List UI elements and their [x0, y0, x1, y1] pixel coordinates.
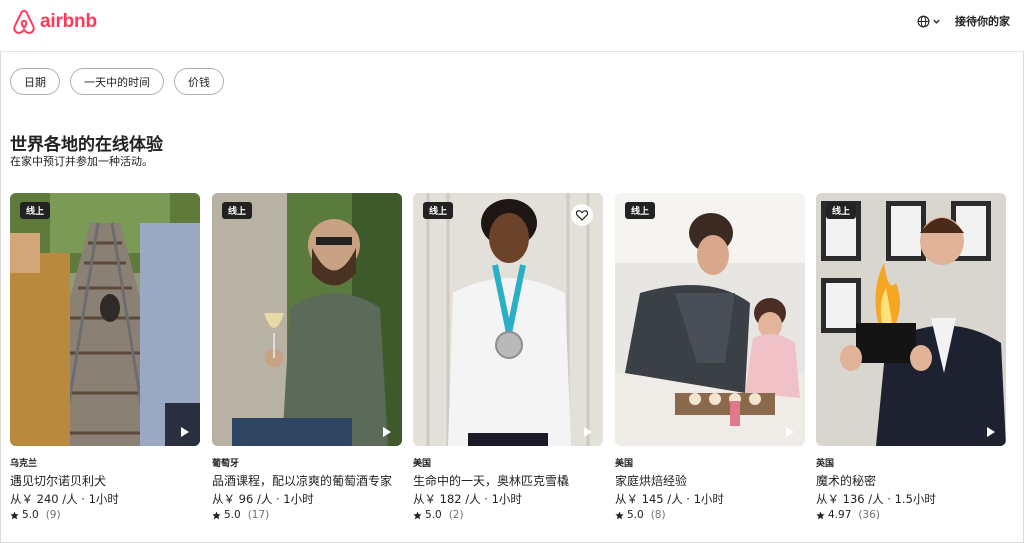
filter-time-of-day-button[interactable]: 一天中的时间 [70, 68, 164, 95]
star-icon [413, 510, 422, 519]
experience-card[interactable]: 线上 美国 生命中的一天，奥林匹克雪橇 从￥ 182 /人 · 1小时 5.0 … [413, 193, 603, 521]
experience-name[interactable]: 品酒课程，配以凉爽的葡萄酒专家 [212, 472, 392, 489]
experience-name[interactable]: 家庭烘焙经验 [615, 472, 687, 489]
star-icon [212, 510, 221, 519]
experience-rating: 5.0 (17) [212, 509, 269, 521]
rating-score: 5.0 [22, 509, 39, 521]
experience-country: 美国 [615, 459, 634, 469]
language-selector[interactable] [917, 15, 941, 28]
star-icon [10, 510, 19, 519]
experience-photo[interactable]: 线上 [816, 193, 1006, 446]
experience-card[interactable]: 线上 美国 家庭烘焙经验 从￥ 145 /人 · 1小时 5.0 (8) [615, 193, 805, 521]
experience-name[interactable]: 遇见切尔诺贝利犬 [10, 472, 106, 489]
review-count: (8) [650, 509, 666, 521]
experience-photo[interactable]: 线上 [212, 193, 402, 446]
rating-score: 5.0 [425, 509, 442, 521]
online-badge: 线上 [826, 202, 857, 219]
experience-rating: 5.0 (9) [10, 509, 61, 521]
experience-price: 从￥ 182 /人 · 1小时 [413, 492, 522, 506]
experience-name[interactable]: 生命中的一天，奥林匹克雪橇 [413, 472, 569, 489]
experience-photo[interactable]: 线上 [10, 193, 200, 446]
experience-country: 美国 [413, 459, 432, 469]
experience-price: 从￥ 240 /人 · 1小时 [10, 492, 119, 506]
photo-wine-expert [212, 193, 402, 446]
star-icon [816, 510, 825, 519]
experience-card[interactable]: 线上 英国 魔术的秘密 从￥ 136 /人 · 1.5小时 4.97 (36) [816, 193, 1006, 521]
online-badge: 线上 [625, 202, 656, 219]
experience-rating: 5.0 (2) [413, 509, 464, 521]
experience-country: 葡萄牙 [212, 459, 240, 469]
experience-name[interactable]: 魔术的秘密 [816, 472, 876, 489]
rating-score: 5.0 [627, 509, 644, 521]
photo-home-baking [615, 193, 805, 446]
top-header: airbnb 接待你的家 [0, 0, 1024, 52]
section-title: 世界各地的在线体验 [10, 135, 163, 155]
photo-olympic-athlete [413, 193, 603, 446]
filter-price-button[interactable]: 价钱 [174, 68, 224, 95]
play-icon[interactable] [583, 426, 593, 438]
rating-score: 4.97 [828, 509, 852, 521]
brand-wordmark: airbnb [40, 11, 97, 32]
airbnb-logo-icon [13, 9, 35, 34]
experience-rating: 5.0 (8) [615, 509, 666, 521]
experience-list: 线上 乌克兰 遇见切尔诺贝利犬 从￥ 240 /人 · 1小时 5.0 (9) [10, 193, 1010, 533]
experience-rating: 4.97 (36) [816, 509, 880, 521]
experience-country: 乌克兰 [10, 459, 38, 469]
experience-photo[interactable]: 线上 [615, 193, 805, 446]
filter-bar: 日期 一天中的时间 价钱 [10, 68, 224, 95]
become-host-link[interactable]: 接待你的家 [955, 13, 1010, 29]
play-icon[interactable] [986, 426, 996, 438]
rating-score: 5.0 [224, 509, 241, 521]
save-favorite-button[interactable] [571, 204, 593, 226]
review-count: (2) [448, 509, 464, 521]
experience-card[interactable]: 线上 乌克兰 遇见切尔诺贝利犬 从￥ 240 /人 · 1小时 5.0 (9) [10, 193, 200, 521]
play-icon[interactable] [382, 426, 392, 438]
review-count: (17) [247, 509, 270, 521]
play-icon[interactable] [785, 426, 795, 438]
section-subtitle: 在家中预订并参加一种活动。 [10, 155, 153, 168]
photo-railway-dog [10, 193, 200, 446]
chevron-down-icon [933, 19, 940, 24]
experience-card[interactable]: 线上 葡萄牙 品酒课程，配以凉爽的葡萄酒专家 从￥ 96 /人 · 1小时 5.… [212, 193, 402, 521]
heart-icon [576, 209, 588, 221]
experience-country: 英国 [816, 459, 835, 469]
photo-magician [816, 193, 1006, 446]
review-count: (36) [858, 509, 880, 521]
play-icon[interactable] [180, 426, 190, 438]
filter-date-button[interactable]: 日期 [10, 68, 60, 95]
online-badge: 线上 [423, 202, 454, 219]
experience-price: 从￥ 136 /人 · 1.5小时 [816, 492, 936, 506]
review-count: (9) [45, 509, 61, 521]
globe-icon [917, 15, 930, 27]
online-badge: 线上 [222, 202, 253, 219]
experience-price: 从￥ 145 /人 · 1小时 [615, 492, 724, 506]
airbnb-logo[interactable]: airbnb [12, 9, 97, 35]
star-icon [615, 510, 624, 519]
online-badge: 线上 [20, 202, 51, 219]
experience-photo[interactable]: 线上 [413, 193, 603, 446]
experience-price: 从￥ 96 /人 · 1小时 [212, 492, 314, 506]
